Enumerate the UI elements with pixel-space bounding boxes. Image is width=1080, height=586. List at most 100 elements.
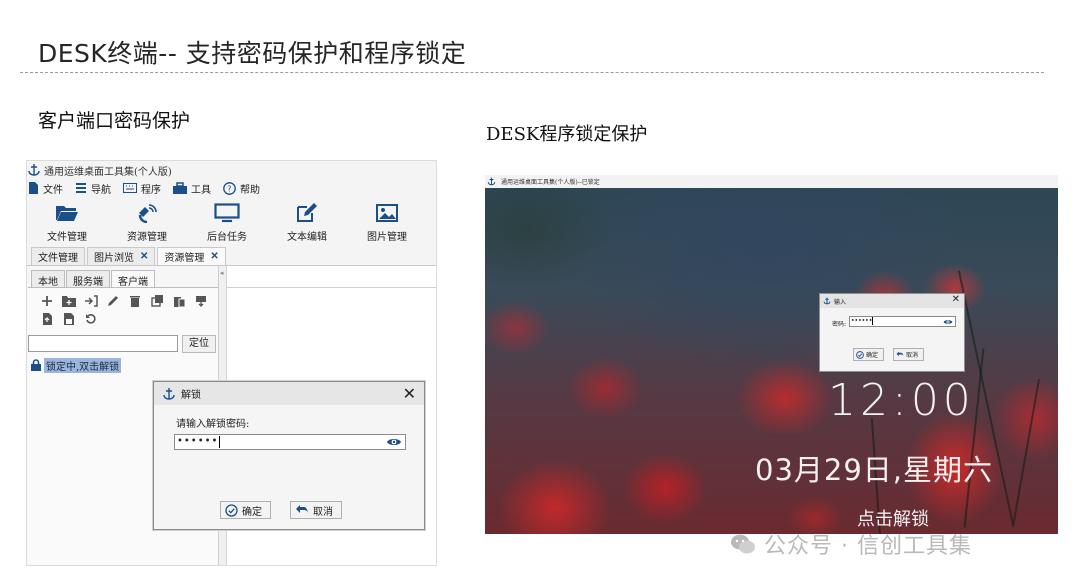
toolbar-file-manager-label: 文件管理 bbox=[47, 232, 87, 243]
upload-file-icon[interactable] bbox=[38, 312, 56, 326]
menu-file[interactable]: 文件 bbox=[27, 181, 63, 196]
menu-navigate[interactable]: 导航 bbox=[75, 181, 111, 196]
tab-image-browser[interactable]: 图片浏览 ✕ bbox=[87, 247, 156, 265]
toolbar-resource-manager[interactable]: 资源管理 bbox=[107, 203, 187, 243]
import-icon[interactable] bbox=[82, 294, 100, 308]
password-value: •••••• bbox=[177, 436, 219, 447]
close-icon[interactable]: ✕ bbox=[403, 384, 416, 403]
close-tab-icon[interactable]: ✕ bbox=[140, 251, 148, 262]
menu-tools-label: 工具 bbox=[191, 184, 211, 196]
left-section-heading: 客户端口密码保护 bbox=[38, 110, 191, 132]
watermark: 公众号 · 信创工具集 bbox=[730, 528, 972, 560]
main-toolbar: 文件管理 资源管理 后台任务 文本编辑 图片管理 bbox=[27, 197, 436, 243]
password-label: 密码: bbox=[832, 321, 847, 328]
lock-cancel-button[interactable]: 取消 bbox=[893, 348, 925, 361]
title-divider bbox=[20, 72, 1044, 73]
tab-server[interactable]: 服务端 bbox=[66, 270, 110, 288]
slide-title: DESK终端-- 支持密码保护和程序锁定 bbox=[38, 39, 467, 68]
locked-tree-label: 锁定中,双击解锁 bbox=[44, 357, 122, 373]
menu-help[interactable]: ? 帮助 bbox=[223, 181, 260, 196]
lock-screen-titlebar: 通用运维桌面工具集(个人版)--已锁定 bbox=[485, 175, 1058, 188]
anchor-logo-icon bbox=[487, 177, 496, 186]
lock-screen-window: 通用运维桌面工具集(个人版)--已锁定 输入 ✕ 密码: •••••• 确定 取… bbox=[485, 175, 1058, 534]
tab-resource-manager-label: 资源管理 bbox=[164, 253, 205, 264]
tab-local[interactable]: 本地 bbox=[31, 270, 65, 288]
toolbar-background-tasks-label: 后台任务 bbox=[207, 232, 247, 243]
cancel-button-label: 取消 bbox=[313, 506, 333, 518]
paste-icon[interactable] bbox=[170, 294, 188, 308]
text-caret bbox=[219, 435, 221, 448]
password-field[interactable]: •••••• bbox=[174, 434, 406, 450]
app-titlebar: 通用运维桌面工具集(个人版) bbox=[27, 161, 436, 179]
lock-ok-button[interactable]: 确定 bbox=[853, 348, 885, 361]
show-password-eye-icon[interactable] bbox=[386, 436, 402, 452]
toolbar-text-editor-label: 文本编辑 bbox=[287, 232, 327, 243]
add-icon[interactable] bbox=[38, 294, 56, 308]
save-file-icon[interactable] bbox=[60, 312, 78, 326]
monitor-icon bbox=[214, 203, 240, 223]
anchor-logo-icon bbox=[163, 387, 175, 400]
right-pane-divider bbox=[227, 287, 436, 288]
check-circle-icon bbox=[856, 350, 864, 359]
wechat-icon bbox=[731, 534, 755, 554]
toolbar-image-manager-label: 图片管理 bbox=[367, 232, 407, 243]
close-icon[interactable]: ✕ bbox=[952, 294, 960, 305]
tab-file-manager-label: 文件管理 bbox=[38, 253, 78, 264]
file-icon bbox=[29, 182, 38, 194]
download-icon[interactable] bbox=[192, 294, 210, 308]
tab-client[interactable]: 客户端 bbox=[111, 270, 155, 288]
new-folder-icon[interactable] bbox=[60, 294, 78, 308]
unlock-dialog-titlebar: 解锁 bbox=[154, 382, 424, 405]
locate-button[interactable]: 定位 bbox=[182, 335, 216, 353]
tab-resource-manager[interactable]: 资源管理 ✕ bbox=[157, 247, 226, 265]
trash-icon[interactable] bbox=[126, 294, 144, 308]
locked-tree-item[interactable]: 锁定中,双击解锁 bbox=[30, 357, 122, 373]
lock-date: 03月29日,星期六 bbox=[755, 453, 994, 487]
menu-lines-icon bbox=[76, 183, 86, 193]
menu-program[interactable]: 程序 bbox=[123, 181, 161, 196]
flower-stem bbox=[1011, 378, 1041, 528]
lock-password-field[interactable]: •••••• bbox=[849, 316, 956, 327]
anchor-logo-icon bbox=[27, 163, 41, 177]
edit-icon bbox=[297, 203, 317, 222]
lock-password-value: •••••• bbox=[851, 317, 873, 325]
menu-tools[interactable]: 工具 bbox=[173, 181, 211, 196]
menu-program-label: 程序 bbox=[141, 184, 161, 196]
toolbar-image-manager[interactable]: 图片管理 bbox=[347, 203, 427, 243]
document-tabs: 文件管理 图片浏览 ✕ 资源管理 ✕ bbox=[31, 247, 228, 265]
refresh-icon[interactable] bbox=[82, 312, 100, 326]
pencil-icon[interactable] bbox=[104, 294, 122, 308]
ok-button[interactable]: 确定 bbox=[220, 501, 271, 519]
copy-icon[interactable] bbox=[148, 294, 166, 308]
path-input[interactable] bbox=[28, 335, 178, 352]
menu-help-label: 帮助 bbox=[240, 184, 260, 196]
undo-arrow-icon bbox=[896, 351, 904, 357]
lock-ok-label: 确定 bbox=[866, 352, 879, 359]
input-dialog-title: 输入 bbox=[834, 298, 847, 306]
undo-arrow-icon bbox=[296, 505, 308, 514]
keyboard-icon bbox=[123, 183, 137, 193]
collapse-arrow-icon[interactable]: ◂ bbox=[220, 269, 224, 277]
svg-text:?: ? bbox=[227, 184, 231, 193]
input-dialog-titlebar: 输入 bbox=[820, 294, 964, 308]
unlock-dialog: 解锁 ✕ 请输入解锁密码: •••••• 确定 取消 bbox=[153, 381, 425, 530]
toolbar-file-manager[interactable]: 文件管理 bbox=[27, 203, 107, 243]
right-section-heading: DESK程序锁定保护 bbox=[486, 124, 648, 145]
lock-window-title: 通用运维桌面工具集(个人版)--已锁定 bbox=[501, 179, 600, 186]
watermark-text: 公众号 · 信创工具集 bbox=[764, 534, 972, 559]
password-input-dialog: 输入 ✕ 密码: •••••• 确定 取消 bbox=[819, 293, 965, 372]
unlock-dialog-title: 解锁 bbox=[181, 390, 201, 401]
menu-navigate-label: 导航 bbox=[91, 184, 111, 196]
menubar: 文件 导航 程序 工具 ? 帮助 bbox=[27, 179, 436, 197]
lock-clock: 12:00 bbox=[828, 375, 975, 426]
cancel-button[interactable]: 取消 bbox=[290, 501, 342, 519]
unlock-prompt: 请输入解锁密码: bbox=[176, 419, 250, 430]
tab-image-browser-label: 图片浏览 bbox=[94, 253, 134, 264]
show-password-eye-icon[interactable] bbox=[943, 318, 953, 326]
close-tab-icon[interactable]: ✕ bbox=[210, 251, 218, 262]
file-action-row-2 bbox=[38, 312, 104, 326]
toolbar-background-tasks[interactable]: 后台任务 bbox=[187, 203, 267, 243]
toolbar-text-editor[interactable]: 文本编辑 bbox=[267, 203, 347, 243]
source-tabs: 本地 服务端 客户端 bbox=[31, 270, 156, 288]
tab-file-manager[interactable]: 文件管理 bbox=[31, 247, 85, 265]
